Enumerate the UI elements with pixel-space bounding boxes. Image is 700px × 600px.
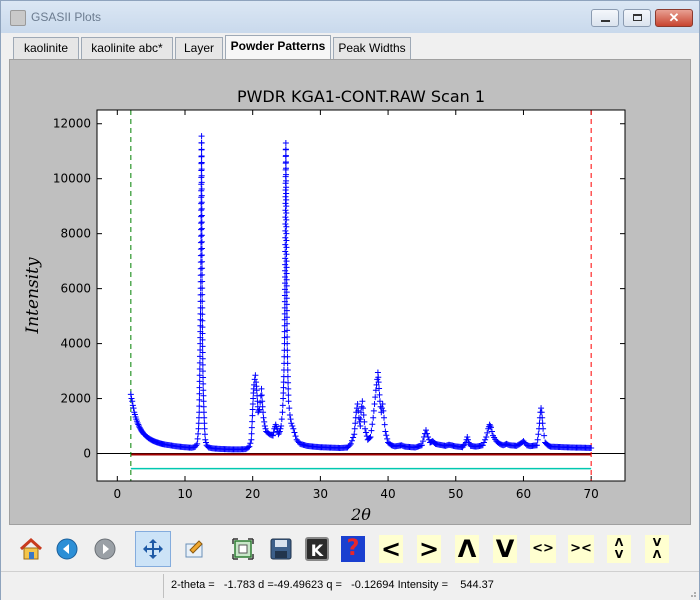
plot-window: GSASII Plots ✕ kaolinite kaolinite abc* …: [0, 0, 700, 600]
plot-toolbar: K? < > Λ V <> >< Λ VV Λ: [9, 529, 691, 569]
x-tick-label: 50: [448, 487, 463, 501]
x-tick-label: 10: [177, 487, 192, 501]
y-tick-label: 10000: [53, 172, 91, 186]
back-icon: [54, 536, 80, 562]
y-tick-label: 0: [83, 447, 91, 461]
expand-y-button[interactable]: Λ V: [601, 531, 637, 567]
save-button[interactable]: [263, 531, 299, 567]
tab-kaolinite-abc[interactable]: kaolinite abc*: [81, 37, 173, 59]
contract-x-button[interactable]: ><: [563, 531, 599, 567]
y-tick-label: 12000: [53, 117, 91, 131]
forward-button[interactable]: [87, 531, 123, 567]
k-button[interactable]: K: [299, 531, 335, 567]
shift-left-icon: <: [378, 535, 404, 563]
shift-up-icon: Λ: [455, 535, 479, 563]
y-tick-label: 4000: [60, 337, 91, 351]
powder-pattern-chart[interactable]: PWDR KGA1-CONT.RAW Scan 1 2θ Intensity 0 10 2…: [10, 60, 690, 524]
contract-x-icon: ><: [568, 535, 594, 563]
tab-layer[interactable]: Layer: [175, 37, 223, 59]
close-icon: ✕: [668, 10, 680, 25]
zoom-button[interactable]: [225, 531, 261, 567]
home-button[interactable]: [13, 531, 49, 567]
shift-right-icon: >: [416, 535, 442, 563]
tab-powder-patterns[interactable]: Powder Patterns: [225, 35, 331, 59]
y-axis-label: Intensity: [23, 257, 43, 334]
resize-grip-icon[interactable]: [687, 588, 697, 598]
x-tick-label: 30: [313, 487, 328, 501]
configure-subplots-button[interactable]: [177, 531, 213, 567]
forward-icon: [92, 536, 118, 562]
shift-right-button[interactable]: >: [411, 531, 447, 567]
shift-down-button[interactable]: V: [487, 531, 523, 567]
expand-x-icon: <>: [530, 535, 556, 563]
pan-icon: [140, 536, 166, 562]
maximize-icon: [633, 14, 642, 21]
minimize-icon: [601, 20, 610, 22]
contract-y-icon: V Λ: [645, 535, 669, 563]
chart-title: PWDR KGA1-CONT.RAW Scan 1: [237, 87, 485, 106]
zoom-icon: [230, 536, 256, 562]
y-tick-label: 2000: [60, 392, 91, 406]
configure-subplots-icon: [182, 536, 208, 562]
maximize-button[interactable]: [623, 9, 651, 27]
shift-down-icon: V: [493, 535, 517, 563]
plot-area: [97, 110, 625, 481]
cursor-readout: 2-theta = -1.783 d =-49.49623 q = -0.126…: [171, 579, 494, 591]
pan-button[interactable]: [135, 531, 171, 567]
back-button[interactable]: [49, 531, 85, 567]
plot-canvas[interactable]: PWDR KGA1-CONT.RAW Scan 1 2θ Intensity 0 10 2…: [9, 59, 691, 525]
save-icon: [268, 536, 294, 562]
tab-peak-widths[interactable]: Peak Widths: [333, 37, 411, 59]
status-divider: [163, 574, 164, 598]
title-bar[interactable]: GSASII Plots ✕: [1, 1, 699, 33]
window-title: GSASII Plots: [31, 10, 102, 24]
y-tick-label: 8000: [60, 227, 91, 241]
tab-kaolinite[interactable]: kaolinite: [13, 37, 79, 59]
x-tick-label: 40: [380, 487, 395, 501]
x-tick-label: 70: [584, 487, 599, 501]
x-tick-label: 60: [516, 487, 531, 501]
home-icon: [18, 536, 44, 562]
expand-x-button[interactable]: <>: [525, 531, 561, 567]
help-button[interactable]: ?: [335, 531, 371, 567]
x-axis-label: 2θ: [350, 505, 371, 524]
contract-y-button[interactable]: V Λ: [639, 531, 675, 567]
app-icon: [10, 10, 26, 26]
shift-up-button[interactable]: Λ: [449, 531, 485, 567]
expand-y-icon: Λ V: [607, 535, 631, 563]
y-tick-label: 6000: [60, 282, 91, 296]
x-tick-label: 20: [245, 487, 260, 501]
help-icon: ?: [341, 536, 365, 562]
minimize-button[interactable]: [591, 9, 619, 27]
shift-left-button[interactable]: <: [373, 531, 409, 567]
x-tick-label: 0: [113, 487, 121, 501]
plot-tabs: kaolinite kaolinite abc* Layer Powder Pa…: [9, 35, 691, 59]
status-bar: 2-theta = -1.783 d =-49.49623 q = -0.126…: [1, 571, 699, 600]
k-icon: K: [305, 537, 329, 561]
close-button[interactable]: ✕: [655, 9, 693, 27]
